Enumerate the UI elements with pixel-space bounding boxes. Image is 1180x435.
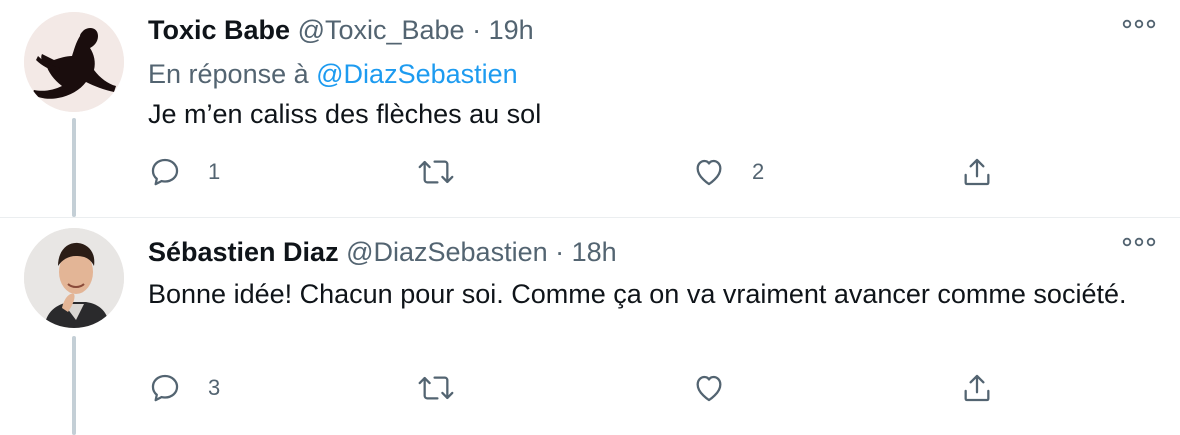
reply-icon	[151, 374, 179, 402]
retweet-icon	[418, 160, 454, 184]
tweet-text: Je m’en caliss des flèches au sol	[148, 99, 542, 129]
reply-count: 1	[208, 159, 221, 184]
tweet-timestamp[interactable]: 18h	[572, 237, 617, 267]
thread-line	[72, 118, 76, 217]
tweet-actions: 1 2	[148, 152, 1008, 192]
user-handle[interactable]: @Toxic_Babe	[298, 15, 465, 45]
separator-dot: ·	[472, 15, 482, 45]
tweet-header: Toxic Babe @Toxic_Babe · 19h	[148, 12, 1156, 48]
more-options-button[interactable]	[1122, 232, 1156, 252]
retweet-button[interactable]	[416, 368, 456, 408]
avatar[interactable]	[24, 12, 124, 112]
more-options-button[interactable]	[1122, 14, 1156, 34]
tweet[interactable]: Toxic Babe @Toxic_Babe · 19h En réponse …	[0, 0, 1180, 217]
like-button[interactable]	[692, 368, 726, 408]
display-name[interactable]: Toxic Babe	[148, 15, 290, 45]
silhouette-avatar-image	[24, 12, 124, 112]
like-icon	[696, 375, 722, 402]
share-button[interactable]	[960, 152, 994, 192]
retweet-button[interactable]	[416, 152, 456, 192]
share-icon	[964, 374, 990, 402]
more-icon	[1122, 19, 1156, 29]
share-button[interactable]	[960, 368, 994, 408]
tweet-actions: 3	[148, 368, 1008, 408]
reply-mention-link[interactable]: @DiazSebastien	[316, 59, 518, 89]
more-icon	[1122, 237, 1156, 247]
separator-dot: ·	[555, 237, 565, 267]
tweet-text: Bonne idée! Chacun pour soi. Comme ça on…	[148, 279, 1127, 309]
tweet-header: Sébastien Diaz @DiazSebastien · 18h	[148, 234, 1156, 270]
thread-line	[72, 336, 76, 435]
avatar[interactable]	[24, 228, 124, 328]
reply-button[interactable]: 3	[148, 368, 220, 408]
share-icon	[964, 158, 990, 186]
tweet-content: Toxic Babe @Toxic_Babe · 19h En réponse …	[148, 12, 1156, 132]
like-count: 2	[752, 159, 765, 184]
profile-photo-avatar-image	[24, 228, 124, 328]
reply-count: 3	[208, 375, 221, 400]
reply-prefix: En réponse à	[148, 59, 309, 89]
tweet-timestamp[interactable]: 19h	[489, 15, 534, 45]
like-icon	[696, 159, 722, 186]
like-button[interactable]: 2	[692, 152, 764, 192]
display-name[interactable]: Sébastien Diaz	[148, 237, 339, 267]
reply-icon	[151, 158, 179, 186]
reply-button[interactable]: 1	[148, 152, 220, 192]
tweet[interactable]: Sébastien Diaz @DiazSebastien · 18h Bonn…	[0, 217, 1180, 435]
user-handle[interactable]: @DiazSebastien	[346, 237, 548, 267]
retweet-icon	[418, 376, 454, 400]
tweet-content: Sébastien Diaz @DiazSebastien · 18h Bonn…	[148, 234, 1156, 312]
reply-context: En réponse à @DiazSebastien	[148, 56, 1156, 92]
